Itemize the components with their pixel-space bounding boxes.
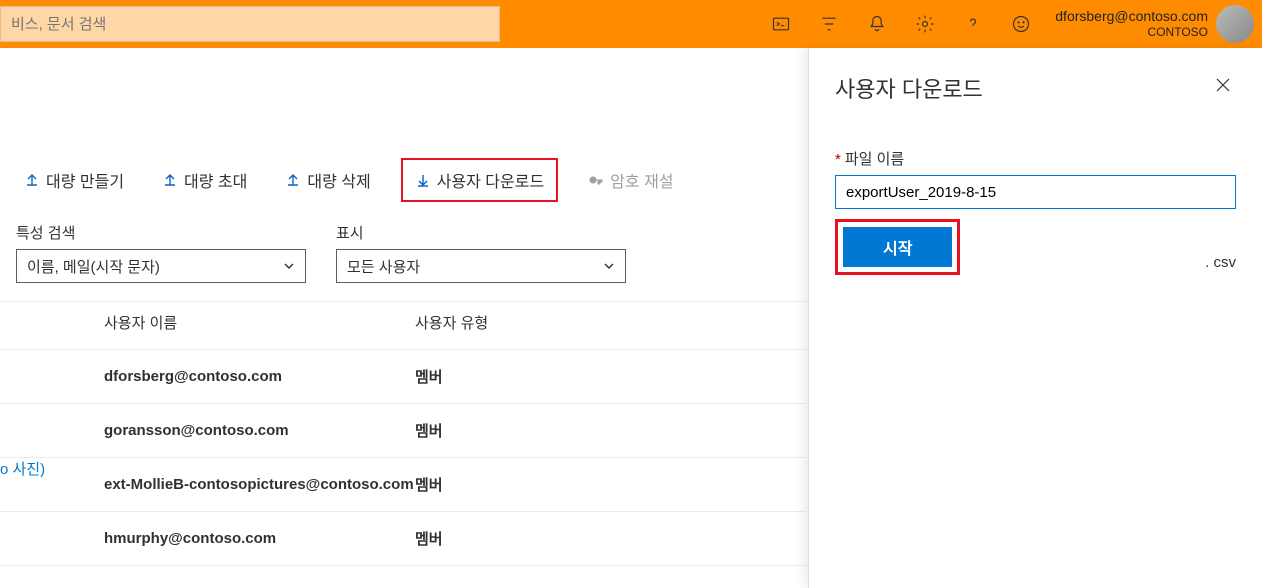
chevron-down-icon: [603, 260, 615, 272]
table-row[interactable]: ext-MollieB-contosopictures@contoso.com …: [0, 458, 806, 512]
feedback-icon[interactable]: [997, 0, 1045, 48]
topbar-icons: dforsberg@contoso.com CONTOSO: [757, 0, 1262, 48]
search-filter-value: 이름, 메일(시작 문자): [27, 256, 160, 277]
download-users-label: 사용자 다운로드: [437, 168, 545, 192]
filter-icon[interactable]: [805, 0, 853, 48]
cell-username: hmurphy@contoso.com: [0, 530, 415, 547]
display-filter-dropdown[interactable]: 모든 사용자: [336, 249, 626, 283]
bulk-create-button[interactable]: 대량 만들기: [16, 162, 132, 198]
help-icon[interactable]: [949, 0, 997, 48]
col-username[interactable]: 사용자 이름: [0, 312, 415, 333]
search-input[interactable]: [11, 16, 489, 33]
close-button[interactable]: [1210, 72, 1236, 101]
required-asterisk: *: [835, 151, 841, 168]
bulk-delete-button[interactable]: 대량 삭제: [277, 162, 378, 198]
close-icon: [1214, 76, 1232, 94]
filename-input[interactable]: [835, 175, 1236, 209]
table-row[interactable]: hmurphy@contoso.com 멤버: [0, 512, 806, 566]
table-header: 사용자 이름 사용자 유형: [0, 302, 806, 350]
cell-username: dforsberg@contoso.com: [0, 368, 415, 385]
bulk-invite-label: 대량 초대: [184, 168, 247, 192]
chevron-down-icon: [283, 260, 295, 272]
key-icon: [588, 172, 604, 188]
row-prefix-link[interactable]: o 사진): [0, 458, 45, 479]
download-icon: [415, 172, 431, 188]
bulk-invite-button[interactable]: 대량 초대: [154, 162, 255, 198]
cell-usertype: 멤버: [415, 420, 615, 441]
download-users-button[interactable]: 사용자 다운로드: [401, 158, 559, 202]
users-table: 사용자 이름 사용자 유형 dforsberg@contoso.com 멤버 g…: [0, 301, 806, 566]
bulk-create-label: 대량 만들기: [46, 168, 124, 192]
panel-title: 사용자 다운로드: [835, 72, 983, 104]
table-row[interactable]: goransson@contoso.com 멤버: [0, 404, 806, 458]
password-reset-button: 암호 재설: [580, 162, 681, 198]
col-usertype[interactable]: 사용자 유형: [415, 312, 615, 333]
avatar[interactable]: [1216, 5, 1254, 43]
filename-label: *파일 이름: [835, 148, 1236, 169]
display-filter-label: 표시: [336, 222, 626, 243]
upload-icon: [162, 172, 178, 188]
topbar: dforsberg@contoso.com CONTOSO: [0, 0, 1262, 48]
notifications-icon[interactable]: [853, 0, 901, 48]
file-extension: . csv: [1205, 254, 1236, 271]
table-row[interactable]: dforsberg@contoso.com 멤버: [0, 350, 806, 404]
cell-username: ext-MollieB-contosopictures@contoso.com: [0, 476, 415, 493]
account-email: dforsberg@contoso.com: [1055, 8, 1208, 25]
cloud-shell-icon[interactable]: [757, 0, 805, 48]
search-filter-label: 특성 검색: [16, 222, 306, 243]
settings-icon[interactable]: [901, 0, 949, 48]
upload-icon: [24, 172, 40, 188]
bulk-delete-label: 대량 삭제: [307, 168, 370, 192]
download-users-panel: 사용자 다운로드 *파일 이름 . csv 시작: [808, 48, 1262, 588]
account-control[interactable]: dforsberg@contoso.com CONTOSO: [1045, 0, 1262, 48]
cell-username: goransson@contoso.com: [0, 422, 415, 439]
account-org: CONTOSO: [1055, 25, 1208, 39]
cell-usertype: 멤버: [415, 528, 615, 549]
display-filter-value: 모든 사용자: [347, 256, 420, 277]
search-box[interactable]: [0, 6, 500, 42]
search-filter-dropdown[interactable]: 이름, 메일(시작 문자): [16, 249, 306, 283]
password-reset-label: 암호 재설: [610, 168, 673, 192]
start-button-highlight: 시작: [835, 219, 960, 275]
upload-icon: [285, 172, 301, 188]
start-button[interactable]: 시작: [843, 227, 952, 267]
cell-usertype: 멤버: [415, 366, 615, 387]
cell-usertype: 멤버: [415, 474, 615, 495]
